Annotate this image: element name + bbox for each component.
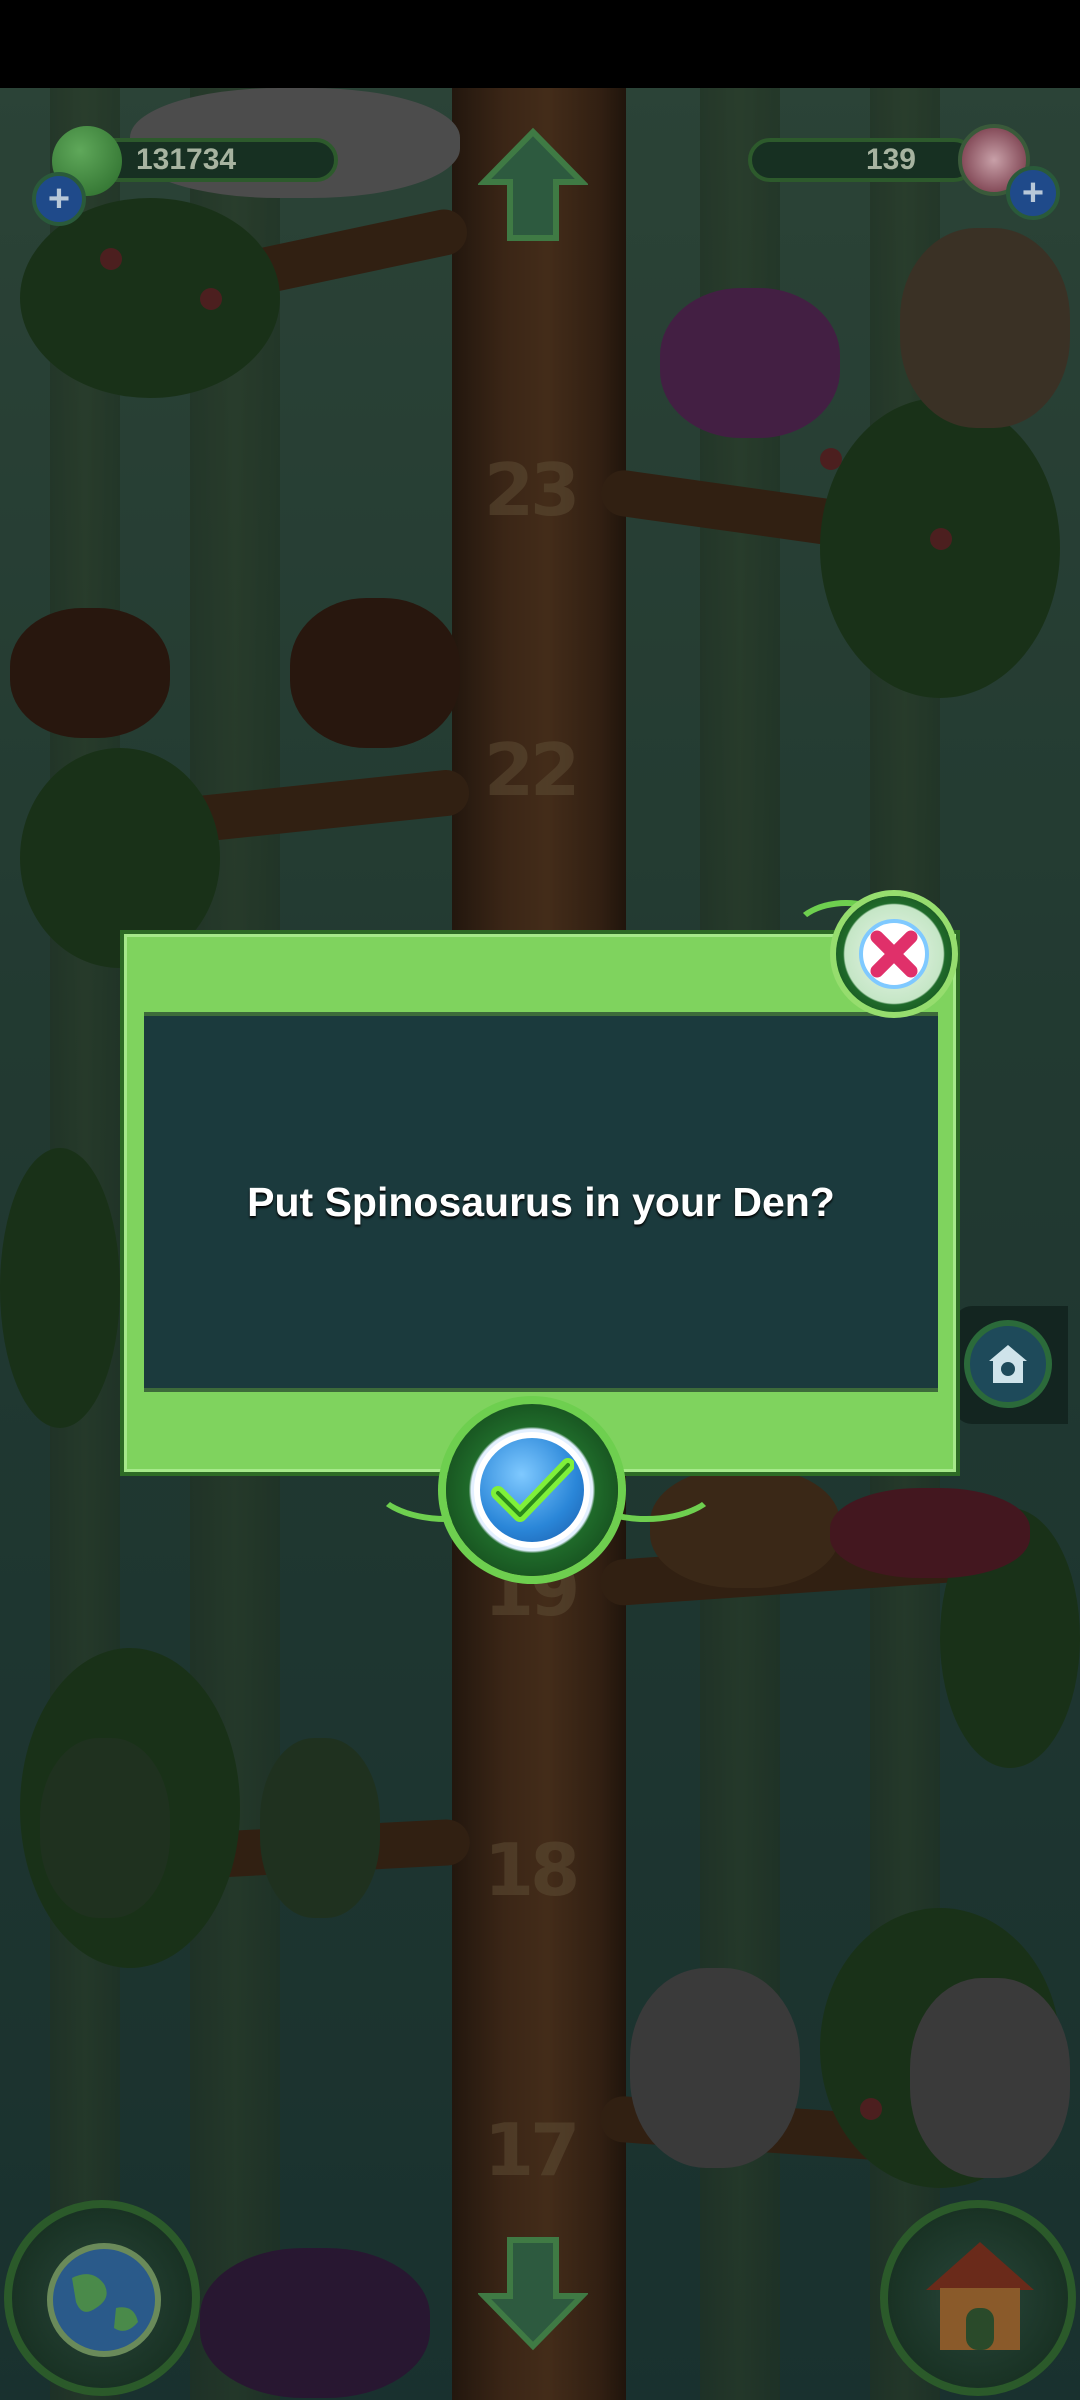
den-house-icon	[926, 2242, 1034, 2350]
gems-count: 131734	[136, 143, 237, 176]
dialog-message: Put Spinosaurus in your Den?	[247, 1178, 835, 1225]
add-crystals-button[interactable]: +	[1006, 166, 1060, 220]
close-x-icon	[859, 919, 929, 989]
down-arrow-icon[interactable]	[478, 2232, 588, 2352]
up-arrow-icon[interactable]	[478, 126, 588, 246]
status-bar	[0, 0, 1080, 88]
confirm-button[interactable]	[446, 1404, 618, 1576]
den-side-button[interactable]	[954, 1306, 1068, 1424]
close-button[interactable]	[836, 896, 952, 1012]
add-gems-button[interactable]: +	[32, 172, 86, 226]
confirm-dialog: Put Spinosaurus in your Den?	[120, 930, 960, 1476]
den-house-icon	[964, 1320, 1052, 1408]
dialog-panel: Put Spinosaurus in your Den?	[144, 1012, 938, 1392]
crystals-count: 139	[865, 143, 916, 176]
crystals-counter: 139	[748, 138, 976, 182]
globe-icon	[47, 2243, 161, 2357]
den-button[interactable]	[880, 2200, 1076, 2396]
checkmark-icon	[491, 1458, 574, 1522]
confirm-inner	[474, 1432, 590, 1548]
world-map-button[interactable]	[4, 2200, 200, 2396]
